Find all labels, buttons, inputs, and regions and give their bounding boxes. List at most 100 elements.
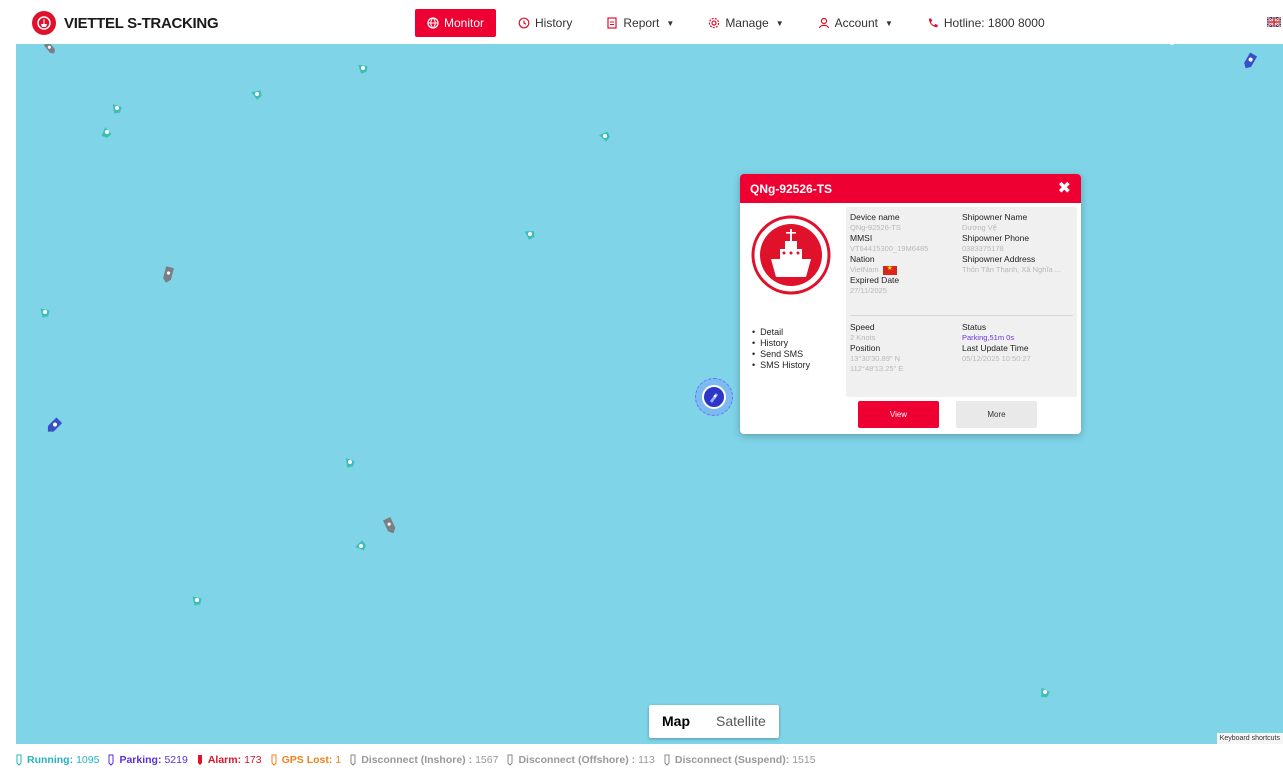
popup-header: QNg-92526-TS ✖ <box>740 174 1081 203</box>
motion-info-column: Speed 2 Knots Position 13°30'30.89" N 11… <box>850 322 958 374</box>
disconnect-boat-icon <box>507 754 513 766</box>
vessel-disconnected-icon[interactable] <box>1166 44 1178 48</box>
menu-send-sms[interactable]: Send SMS <box>752 349 810 360</box>
selected-vessel-marker[interactable] <box>695 378 733 416</box>
position-lon-value: 112°48'13.25" E <box>850 364 904 373</box>
map-canvas[interactable]: Map Satellite Keyboard shortcuts <box>16 44 1283 744</box>
nav-report[interactable]: Report ▼ <box>594 9 686 37</box>
stat-running-label: Running: <box>27 754 74 766</box>
status-value: Parking,51m 0s <box>962 333 1015 342</box>
nav-monitor[interactable]: Monitor <box>415 9 497 37</box>
menu-sms-history[interactable]: SMS History <box>752 360 810 371</box>
stat-disconnect-inshore-count: 1567 <box>475 754 499 766</box>
last-update-label: Last Update Time <box>962 343 1029 353</box>
selected-vessel-icon <box>702 385 726 409</box>
stat-disconnect-suspend-label: Disconnect (Suspend): <box>674 754 790 766</box>
viettel-logo-icon <box>32 11 56 35</box>
vessel-parking-icon[interactable] <box>45 416 65 436</box>
info-divider <box>850 315 1073 316</box>
vessel-disconnected-icon[interactable] <box>42 44 58 56</box>
close-icon[interactable]: ✖ <box>1058 180 1071 197</box>
app-logo[interactable]: VIETTEL S-TRACKING <box>32 11 219 35</box>
popup-title: QNg-92526-TS <box>750 181 833 196</box>
vessel-info-popup: QNg-92526-TS ✖ Detail History Send SMS S… <box>740 174 1081 434</box>
chevron-down-icon: ▼ <box>775 18 784 28</box>
vessel-running-icon[interactable] <box>98 124 114 140</box>
menu-detail[interactable]: Detail <box>752 327 810 338</box>
nav-history[interactable]: History <box>506 9 584 37</box>
vessel-running-icon[interactable] <box>108 100 124 116</box>
stat-parking[interactable]: Parking: 5219 <box>108 754 188 766</box>
status-info-column: Status Parking,51m 0s Last Update Time 0… <box>962 322 1070 364</box>
vessel-running-icon[interactable] <box>188 592 204 608</box>
nav-report-label: Report <box>623 16 660 30</box>
disconnect-boat-icon <box>664 754 670 766</box>
main-nav: Monitor History Report ▼ Manage ▼ Accoun… <box>415 9 1067 37</box>
stat-disconnect-offshore[interactable]: Disconnect (Offshore) : 113 <box>507 754 655 766</box>
nav-history-label: History <box>535 16 573 30</box>
stat-alarm-count: 173 <box>244 754 262 766</box>
nav-account-label: Account <box>834 16 878 30</box>
mmsi-value: VT64415300_19M6485 <box>850 244 929 253</box>
menu-history[interactable]: History <box>752 338 810 349</box>
vessel-running-icon[interactable] <box>248 86 264 102</box>
position-lat-value: 13°30'30.89" N <box>850 354 901 363</box>
stat-running[interactable]: Running: 1095 <box>16 754 99 766</box>
keyboard-shortcuts-link[interactable]: Keyboard shortcuts <box>1216 733 1283 744</box>
app-page: VIETTEL S-TRACKING Monitor History Repor… <box>0 0 1283 772</box>
history-icon <box>518 17 530 29</box>
nav-hotline-label: Hotline: 1800 8000 <box>943 16 1045 30</box>
vessel-action-menu: Detail History Send SMS SMS History <box>752 327 810 371</box>
last-update-value: 05/12/2025 10:50:27 <box>962 354 1031 363</box>
map-type-satellite-button[interactable]: Satellite <box>703 705 779 738</box>
owner-phone-value: 0383375178 <box>962 244 1004 253</box>
nav-manage[interactable]: Manage ▼ <box>696 9 795 37</box>
stat-running-count: 1095 <box>76 754 100 766</box>
view-button[interactable]: View <box>858 401 939 428</box>
nation-label: Nation <box>850 254 875 264</box>
vessel-disconnected-icon[interactable] <box>160 265 176 285</box>
vessel-info-box: Device name QNg-92526-TS MMSI VT64415300… <box>846 207 1077 397</box>
vessel-running-icon[interactable] <box>1036 684 1052 700</box>
language-flag-icon[interactable] <box>1267 17 1281 27</box>
vessel-parking-icon[interactable] <box>1241 51 1261 71</box>
parking-boat-icon <box>108 754 114 766</box>
chevron-down-icon: ▼ <box>884 18 893 28</box>
ship-avatar-icon <box>751 215 831 295</box>
vessel-running-icon[interactable] <box>596 128 612 144</box>
vessel-disconnected-icon[interactable] <box>382 516 398 536</box>
stat-alarm-label: Alarm: <box>207 754 242 766</box>
map-type-map-button[interactable]: Map <box>649 705 703 738</box>
disconnect-boat-icon <box>350 754 356 766</box>
nav-hotline[interactable]: Hotline: 1800 8000 <box>915 9 1057 37</box>
app-title: VIETTEL S-TRACKING <box>64 14 219 32</box>
expired-date-label: Expired Date <box>850 275 900 285</box>
device-name-value: QNg-92526-TS <box>850 223 901 232</box>
stat-disconnect-suspend[interactable]: Disconnect (Suspend): 1515 <box>664 754 816 766</box>
stat-disconnect-inshore[interactable]: Disconnect (Inshore) : 1567 <box>350 754 498 766</box>
vessel-running-icon[interactable] <box>36 304 52 320</box>
more-button[interactable]: More <box>956 401 1037 428</box>
mmsi-label: MMSI <box>850 233 873 243</box>
map-type-toggle: Map Satellite <box>649 705 779 738</box>
stat-gps-lost-count: 1 <box>335 754 342 766</box>
vessel-running-icon[interactable] <box>352 538 368 554</box>
globe-icon <box>427 17 439 29</box>
user-icon <box>818 17 829 29</box>
owner-address-value: Thôn Tân Thạnh, Xã Nghĩa ... <box>962 265 1061 274</box>
vessel-running-icon[interactable] <box>354 60 370 76</box>
stat-alarm[interactable]: Alarm: 173 <box>197 754 262 766</box>
speed-label: Speed <box>850 322 875 332</box>
owner-name-label: Shipowner Name <box>962 212 1028 222</box>
status-label: Status <box>962 322 987 332</box>
stat-gps-lost[interactable]: GPS Lost: 1 <box>271 754 342 766</box>
top-header: VIETTEL S-TRACKING Monitor History Repor… <box>16 4 1283 44</box>
vessel-running-icon[interactable] <box>521 226 537 242</box>
nav-manage-label: Manage <box>725 16 769 30</box>
gear-icon <box>709 17 720 29</box>
phone-icon <box>928 18 938 28</box>
vessel-running-icon[interactable] <box>341 454 357 470</box>
expired-date-value: 27/11/2025 <box>850 286 887 295</box>
stat-gps-lost-label: GPS Lost: <box>281 754 333 766</box>
nav-account[interactable]: Account ▼ <box>806 9 905 37</box>
